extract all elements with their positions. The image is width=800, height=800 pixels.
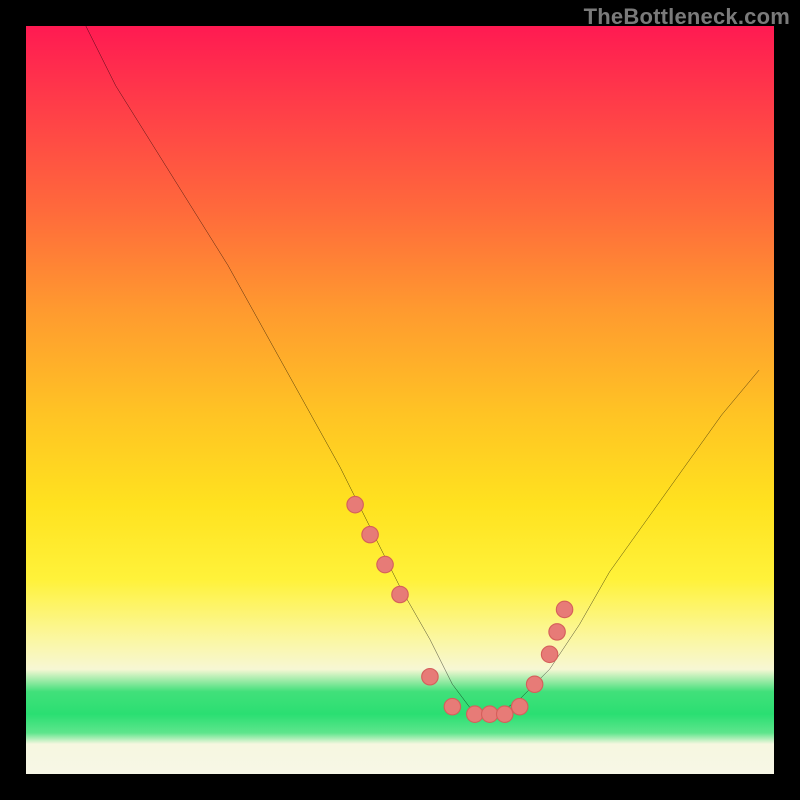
curve-marker — [347, 496, 363, 512]
curve-marker — [467, 706, 483, 722]
curve-marker — [541, 646, 557, 662]
chart-frame: TheBottleneck.com — [0, 0, 800, 800]
curve-marker — [556, 601, 572, 617]
curve-marker — [422, 669, 438, 685]
curve-marker — [549, 624, 565, 640]
bottleneck-curve-path — [86, 26, 759, 714]
bottleneck-curve-svg — [26, 26, 774, 774]
curve-marker — [444, 698, 460, 714]
marker-group — [347, 496, 573, 722]
curve-marker — [526, 676, 542, 692]
curve-marker — [362, 526, 378, 542]
curve-marker — [496, 706, 512, 722]
curve-marker — [482, 706, 498, 722]
curve-marker — [511, 698, 527, 714]
curve-marker — [392, 586, 408, 602]
curve-marker — [377, 556, 393, 572]
